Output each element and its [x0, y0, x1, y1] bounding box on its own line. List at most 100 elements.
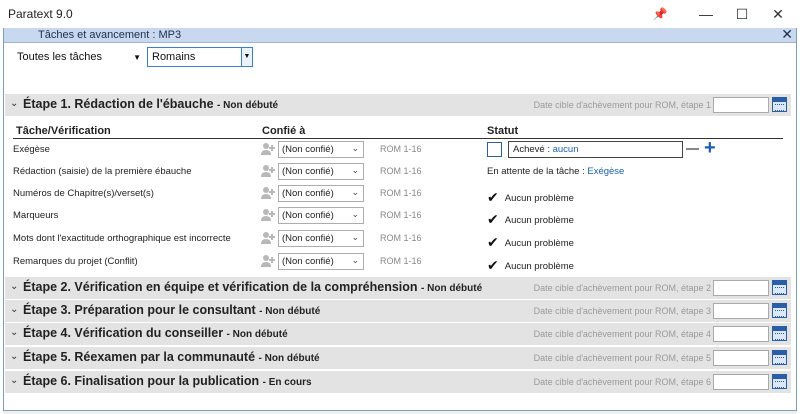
stage-name: Étape 6. Finalisation pour la publicatio…: [23, 374, 312, 388]
target-date-input[interactable]: [713, 374, 769, 390]
table-row: Marqueurs (Non confié) ⌄ ROM 1-16 ✔ Aucun …: [13, 205, 783, 227]
task-filter-value: Toutes les tâches: [17, 51, 102, 63]
chevron-down-icon[interactable]: ⌄: [10, 327, 18, 338]
add-user-icon[interactable]: [260, 230, 276, 246]
target-date-input[interactable]: [713, 280, 769, 296]
stage-name: Étape 3. Préparation pour le consultant …: [23, 303, 321, 317]
close-window-button[interactable]: ✕: [758, 0, 798, 28]
stage-4-header[interactable]: ⌄ Étape 4. Vérification du conseiller - …: [5, 323, 791, 345]
task-filter-dropdown[interactable]: Toutes les tâches ▼: [12, 47, 146, 67]
check-icon: ✔: [487, 211, 499, 227]
stage-name: Étape 2. Vérification en équipe et vérif…: [23, 280, 483, 294]
table-row: Mots dont l'exactitude orthographique es…: [13, 228, 783, 250]
chevron-down-icon[interactable]: ⌄: [10, 281, 18, 292]
pin-icon[interactable]: 📌: [640, 0, 680, 28]
status-link[interactable]: aucun: [553, 144, 579, 155]
status-text: ✔ Aucun problème: [487, 211, 574, 227]
target-date-label: Date cible d'achèvement pour ROM, étape …: [533, 306, 711, 316]
chevron-down-icon: ⌄: [351, 232, 359, 242]
reference-range: ROM 1-16: [380, 144, 422, 154]
add-user-icon[interactable]: [260, 163, 276, 179]
add-user-icon[interactable]: [260, 207, 276, 223]
add-user-icon[interactable]: [260, 185, 276, 201]
calendar-icon[interactable]: [772, 374, 787, 389]
add-user-icon[interactable]: [260, 253, 276, 269]
completed-checkbox[interactable]: [487, 142, 502, 157]
assignee-select[interactable]: (Non confié) ⌄: [278, 141, 364, 158]
reference-range: ROM 1-16: [380, 256, 422, 266]
stage-5-header[interactable]: ⌄ Étape 5. Réexamen par la communauté - …: [5, 347, 791, 369]
target-date-label: Date cible d'achèvement pour ROM, étape …: [533, 329, 711, 339]
panel-header: Tâches et avancement : MP3 ✕: [4, 26, 796, 43]
task-name: Marqueurs: [13, 210, 59, 221]
column-header-assigned: Confié à: [262, 125, 306, 137]
stage-1-header[interactable]: ⌄ Étape 1. Rédaction de l'ébauche - Non …: [5, 94, 791, 116]
target-date-input[interactable]: [713, 303, 769, 319]
column-header-task: Tâche/Vérification: [16, 125, 111, 137]
chevron-down-icon[interactable]: ⌄: [10, 98, 18, 109]
add-icon[interactable]: +: [704, 138, 716, 158]
table-row: Exégèse (Non confié) ⌄ ROM 1-16 Achevé : …: [13, 138, 783, 161]
status-field[interactable]: Achevé : aucun: [508, 141, 683, 158]
table-row: Numéros de Chapitre(s)/verset(s) (Non co…: [13, 183, 783, 205]
reference-range: ROM 1-16: [380, 188, 422, 198]
check-icon: ✔: [487, 189, 499, 205]
task-name: Mots dont l'exactitude orthographique es…: [13, 233, 231, 244]
status-text: ✔ Aucun problème: [487, 257, 574, 273]
reference-range: ROM 1-16: [380, 210, 422, 220]
status-text: ✔ Aucun problème: [487, 189, 574, 205]
book-dropdown[interactable]: Romains ▼: [147, 47, 253, 67]
status-link[interactable]: Exégèse: [587, 166, 624, 177]
target-date-input[interactable]: [713, 350, 769, 366]
chevron-down-icon: ⌄: [351, 187, 359, 197]
target-date-input[interactable]: [713, 97, 769, 113]
assignee-select[interactable]: (Non confié) ⌄: [278, 207, 364, 224]
calendar-icon[interactable]: [772, 350, 787, 365]
target-date-label: Date cible d'achèvement pour ROM, étape …: [533, 100, 711, 110]
assignee-select[interactable]: (Non confié) ⌄: [278, 253, 364, 270]
target-date-input[interactable]: [713, 326, 769, 342]
task-name: Remarques du projet (Conflit): [13, 256, 138, 267]
chevron-down-icon: ⌄: [351, 255, 359, 265]
maximize-button[interactable]: ☐: [722, 0, 762, 28]
stage-name: Étape 5. Réexamen par la communauté - No…: [23, 350, 320, 364]
calendar-icon[interactable]: [772, 326, 787, 341]
calendar-icon[interactable]: [772, 303, 787, 318]
stage-name: Étape 4. Vérification du conseiller - No…: [23, 326, 288, 340]
reference-range: ROM 1-16: [380, 166, 422, 176]
minimize-button[interactable]: —: [686, 0, 726, 28]
table-row: Rédaction (saisie) de la première ébauch…: [13, 161, 783, 183]
assignee-select[interactable]: (Non confié) ⌄: [278, 185, 364, 202]
panel-close-button[interactable]: ✕: [781, 26, 793, 43]
add-user-icon[interactable]: [260, 141, 276, 157]
panel-title: Tâches et avancement : MP3: [38, 29, 182, 41]
dropdown-arrow-icon[interactable]: ▼: [241, 47, 253, 67]
chevron-down-icon: ⌄: [351, 165, 359, 175]
task-name: Numéros de Chapitre(s)/verset(s): [13, 188, 154, 199]
reference-range: ROM 1-16: [380, 233, 422, 243]
check-icon: ✔: [487, 234, 499, 250]
check-icon: ✔: [487, 257, 499, 273]
stage-2-header[interactable]: ⌄ Étape 2. Vérification en équipe et vér…: [5, 277, 791, 299]
assignee-select[interactable]: (Non confié) ⌄: [278, 163, 364, 180]
calendar-icon[interactable]: [772, 280, 787, 295]
window-title: Paratext 9.0: [8, 7, 73, 21]
target-date-label: Date cible d'achèvement pour ROM, étape …: [533, 353, 711, 363]
status-text: ✔ Aucun problème: [487, 234, 574, 250]
calendar-icon[interactable]: [772, 97, 787, 112]
chevron-down-icon[interactable]: ⌄: [10, 375, 18, 386]
column-header-status: Statut: [487, 125, 519, 137]
status-text: En attente de la tâche : Exégèse: [487, 166, 625, 177]
dropdown-arrow-icon: ▼: [133, 53, 141, 62]
chevron-down-icon[interactable]: ⌄: [10, 304, 18, 315]
assignee-select[interactable]: (Non confié) ⌄: [278, 230, 364, 247]
stage-6-header[interactable]: ⌄ Étape 6. Finalisation pour la publicat…: [5, 371, 791, 393]
chevron-down-icon[interactable]: ⌄: [10, 351, 18, 362]
window-titlebar: Paratext 9.0 📌 — ☐ ✕: [0, 0, 800, 28]
stage-name: Étape 1. Rédaction de l'ébauche - Non dé…: [23, 97, 279, 111]
remove-icon[interactable]: [686, 148, 699, 150]
target-date-label: Date cible d'achèvement pour ROM, étape …: [533, 283, 711, 293]
stage-3-header[interactable]: ⌄ Étape 3. Préparation pour le consultan…: [5, 300, 791, 322]
book-value: Romains: [152, 51, 196, 63]
task-name: Rédaction (saisie) de la première ébauch…: [13, 166, 192, 177]
